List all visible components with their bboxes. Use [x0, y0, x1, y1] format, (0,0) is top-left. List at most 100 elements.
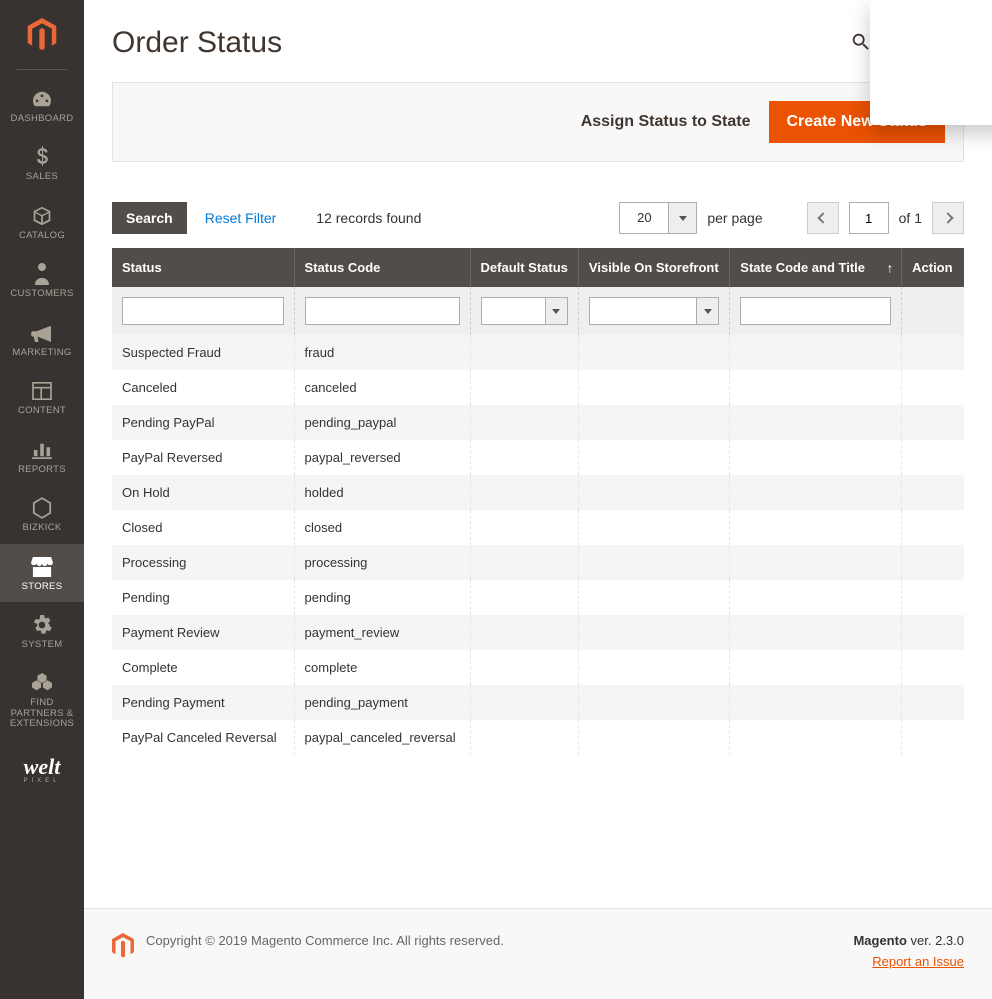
boxes-icon: [0, 672, 84, 694]
header-actions: 6: [850, 31, 964, 56]
cell-code: paypal_reversed: [294, 440, 470, 475]
table-row[interactable]: Processingprocessing: [112, 545, 964, 580]
table-row[interactable]: Payment Reviewpayment_review: [112, 615, 964, 650]
cell-default: [470, 335, 578, 370]
cell-default: [470, 370, 578, 405]
sidebar-separator: [17, 69, 67, 70]
table-row[interactable]: PayPal Canceled Reversalpaypal_canceled_…: [112, 720, 964, 755]
cell-visible: [578, 720, 729, 755]
cell-default: [470, 545, 578, 580]
cell-code: pending: [294, 580, 470, 615]
cell-status: Closed: [112, 510, 294, 545]
page-number-input[interactable]: [849, 202, 889, 234]
filter-default-select[interactable]: [481, 297, 568, 325]
nav-dashboard[interactable]: DASHBOARD: [0, 76, 84, 134]
reset-filter-link[interactable]: Reset Filter: [205, 210, 277, 226]
cell-state: [730, 475, 902, 510]
chevron-down-icon: [696, 298, 718, 324]
page-footer: Copyright © 2019 Magento Commerce Inc. A…: [84, 908, 992, 999]
nav-content[interactable]: CONTENT: [0, 368, 84, 426]
nav-marketing[interactable]: MARKETING: [0, 310, 84, 368]
page-header: Order Status 6: [112, 0, 964, 82]
nav-partners[interactable]: FIND PARTNERS & EXTENSIONS: [0, 660, 84, 739]
table-row[interactable]: Pending PayPalpending_paypal: [112, 405, 964, 440]
cell-state: [730, 405, 902, 440]
filter-state-input[interactable]: [740, 297, 891, 325]
col-header-state[interactable]: State Code and Title↑: [730, 248, 902, 287]
table-row[interactable]: Pending Paymentpending_payment: [112, 685, 964, 720]
hexagon-icon: [0, 497, 84, 519]
table-row[interactable]: On Holdholded: [112, 475, 964, 510]
nav-stores[interactable]: STORES: [0, 544, 84, 602]
nav-label: BIZKICK: [0, 523, 84, 533]
cell-visible: [578, 405, 729, 440]
nav-reports[interactable]: REPORTS: [0, 427, 84, 485]
page-size-select[interactable]: 20: [619, 202, 697, 234]
cell-action: [902, 440, 964, 475]
cell-visible: [578, 545, 729, 580]
main-content: Order Status 6 Assign Status to State Cr…: [84, 0, 992, 755]
cell-state: [730, 510, 902, 545]
table-row[interactable]: Pendingpending: [112, 580, 964, 615]
col-header-default[interactable]: Default Status: [470, 248, 578, 287]
col-header-code[interactable]: Status Code: [294, 248, 470, 287]
col-header-visible[interactable]: Visible On Storefront: [578, 248, 729, 287]
cell-status: Complete: [112, 650, 294, 685]
cell-visible: [578, 335, 729, 370]
cell-state: [730, 370, 902, 405]
cell-code: complete: [294, 650, 470, 685]
cell-default: [470, 580, 578, 615]
chevron-down-icon: [668, 203, 696, 233]
filter-code-input[interactable]: [305, 297, 460, 325]
cell-default: [470, 440, 578, 475]
table-row[interactable]: Closedclosed: [112, 510, 964, 545]
search-icon[interactable]: [850, 31, 872, 56]
notifications-button[interactable]: 6: [892, 31, 912, 56]
cell-status: PayPal Reversed: [112, 440, 294, 475]
user-menu[interactable]: [942, 31, 964, 56]
table-row[interactable]: PayPal Reversedpaypal_reversed: [112, 440, 964, 475]
grid-toolbar: Search Reset Filter 12 records found 20 …: [112, 202, 964, 234]
store-icon: [0, 556, 84, 578]
cell-code: closed: [294, 510, 470, 545]
nav-label: FIND PARTNERS & EXTENSIONS: [0, 698, 84, 729]
table-row[interactable]: Completecomplete: [112, 650, 964, 685]
cell-status: Pending Payment: [112, 685, 294, 720]
cell-status: Suspected Fraud: [112, 335, 294, 370]
nav-customers[interactable]: CUSTOMERS: [0, 251, 84, 309]
welt-logo[interactable]: welt PIXEL: [23, 740, 60, 784]
page-size-value: 20: [620, 203, 668, 233]
cell-status: Canceled: [112, 370, 294, 405]
cell-action: [902, 370, 964, 405]
report-issue-link[interactable]: Report an Issue: [853, 954, 964, 969]
assign-status-button[interactable]: Assign Status to State: [581, 113, 751, 131]
create-new-status-button[interactable]: Create New Status: [769, 101, 946, 143]
col-header-status[interactable]: Status: [112, 248, 294, 287]
col-header-action: Action: [902, 248, 964, 287]
sort-arrow-up-icon: ↑: [887, 260, 894, 275]
next-page-button[interactable]: [932, 202, 964, 234]
person-icon: [0, 263, 84, 285]
table-row[interactable]: Suspected Fraudfraud: [112, 335, 964, 370]
admin-sidebar: DASHBOARD SALES CATALOG CUSTOMERS MARKET…: [0, 0, 84, 999]
search-button[interactable]: Search: [112, 202, 187, 234]
cell-state: [730, 720, 902, 755]
cell-code: payment_review: [294, 615, 470, 650]
filter-visible-select[interactable]: [589, 297, 719, 325]
cell-visible: [578, 685, 729, 720]
cell-action: [902, 510, 964, 545]
nav-sales[interactable]: SALES: [0, 134, 84, 192]
prev-page-button[interactable]: [807, 202, 839, 234]
per-page-control: 20 per page: [619, 202, 762, 234]
nav-system[interactable]: SYSTEM: [0, 602, 84, 660]
filter-row: [112, 287, 964, 335]
nav-catalog[interactable]: CATALOG: [0, 193, 84, 251]
nav-label: SYSTEM: [0, 640, 84, 650]
magento-logo[interactable]: [25, 0, 59, 69]
nav-label: MARKETING: [0, 348, 84, 358]
cell-action: [902, 685, 964, 720]
filter-status-input[interactable]: [122, 297, 284, 325]
cell-code: holded: [294, 475, 470, 510]
table-row[interactable]: Canceledcanceled: [112, 370, 964, 405]
nav-bizkick[interactable]: BIZKICK: [0, 485, 84, 543]
